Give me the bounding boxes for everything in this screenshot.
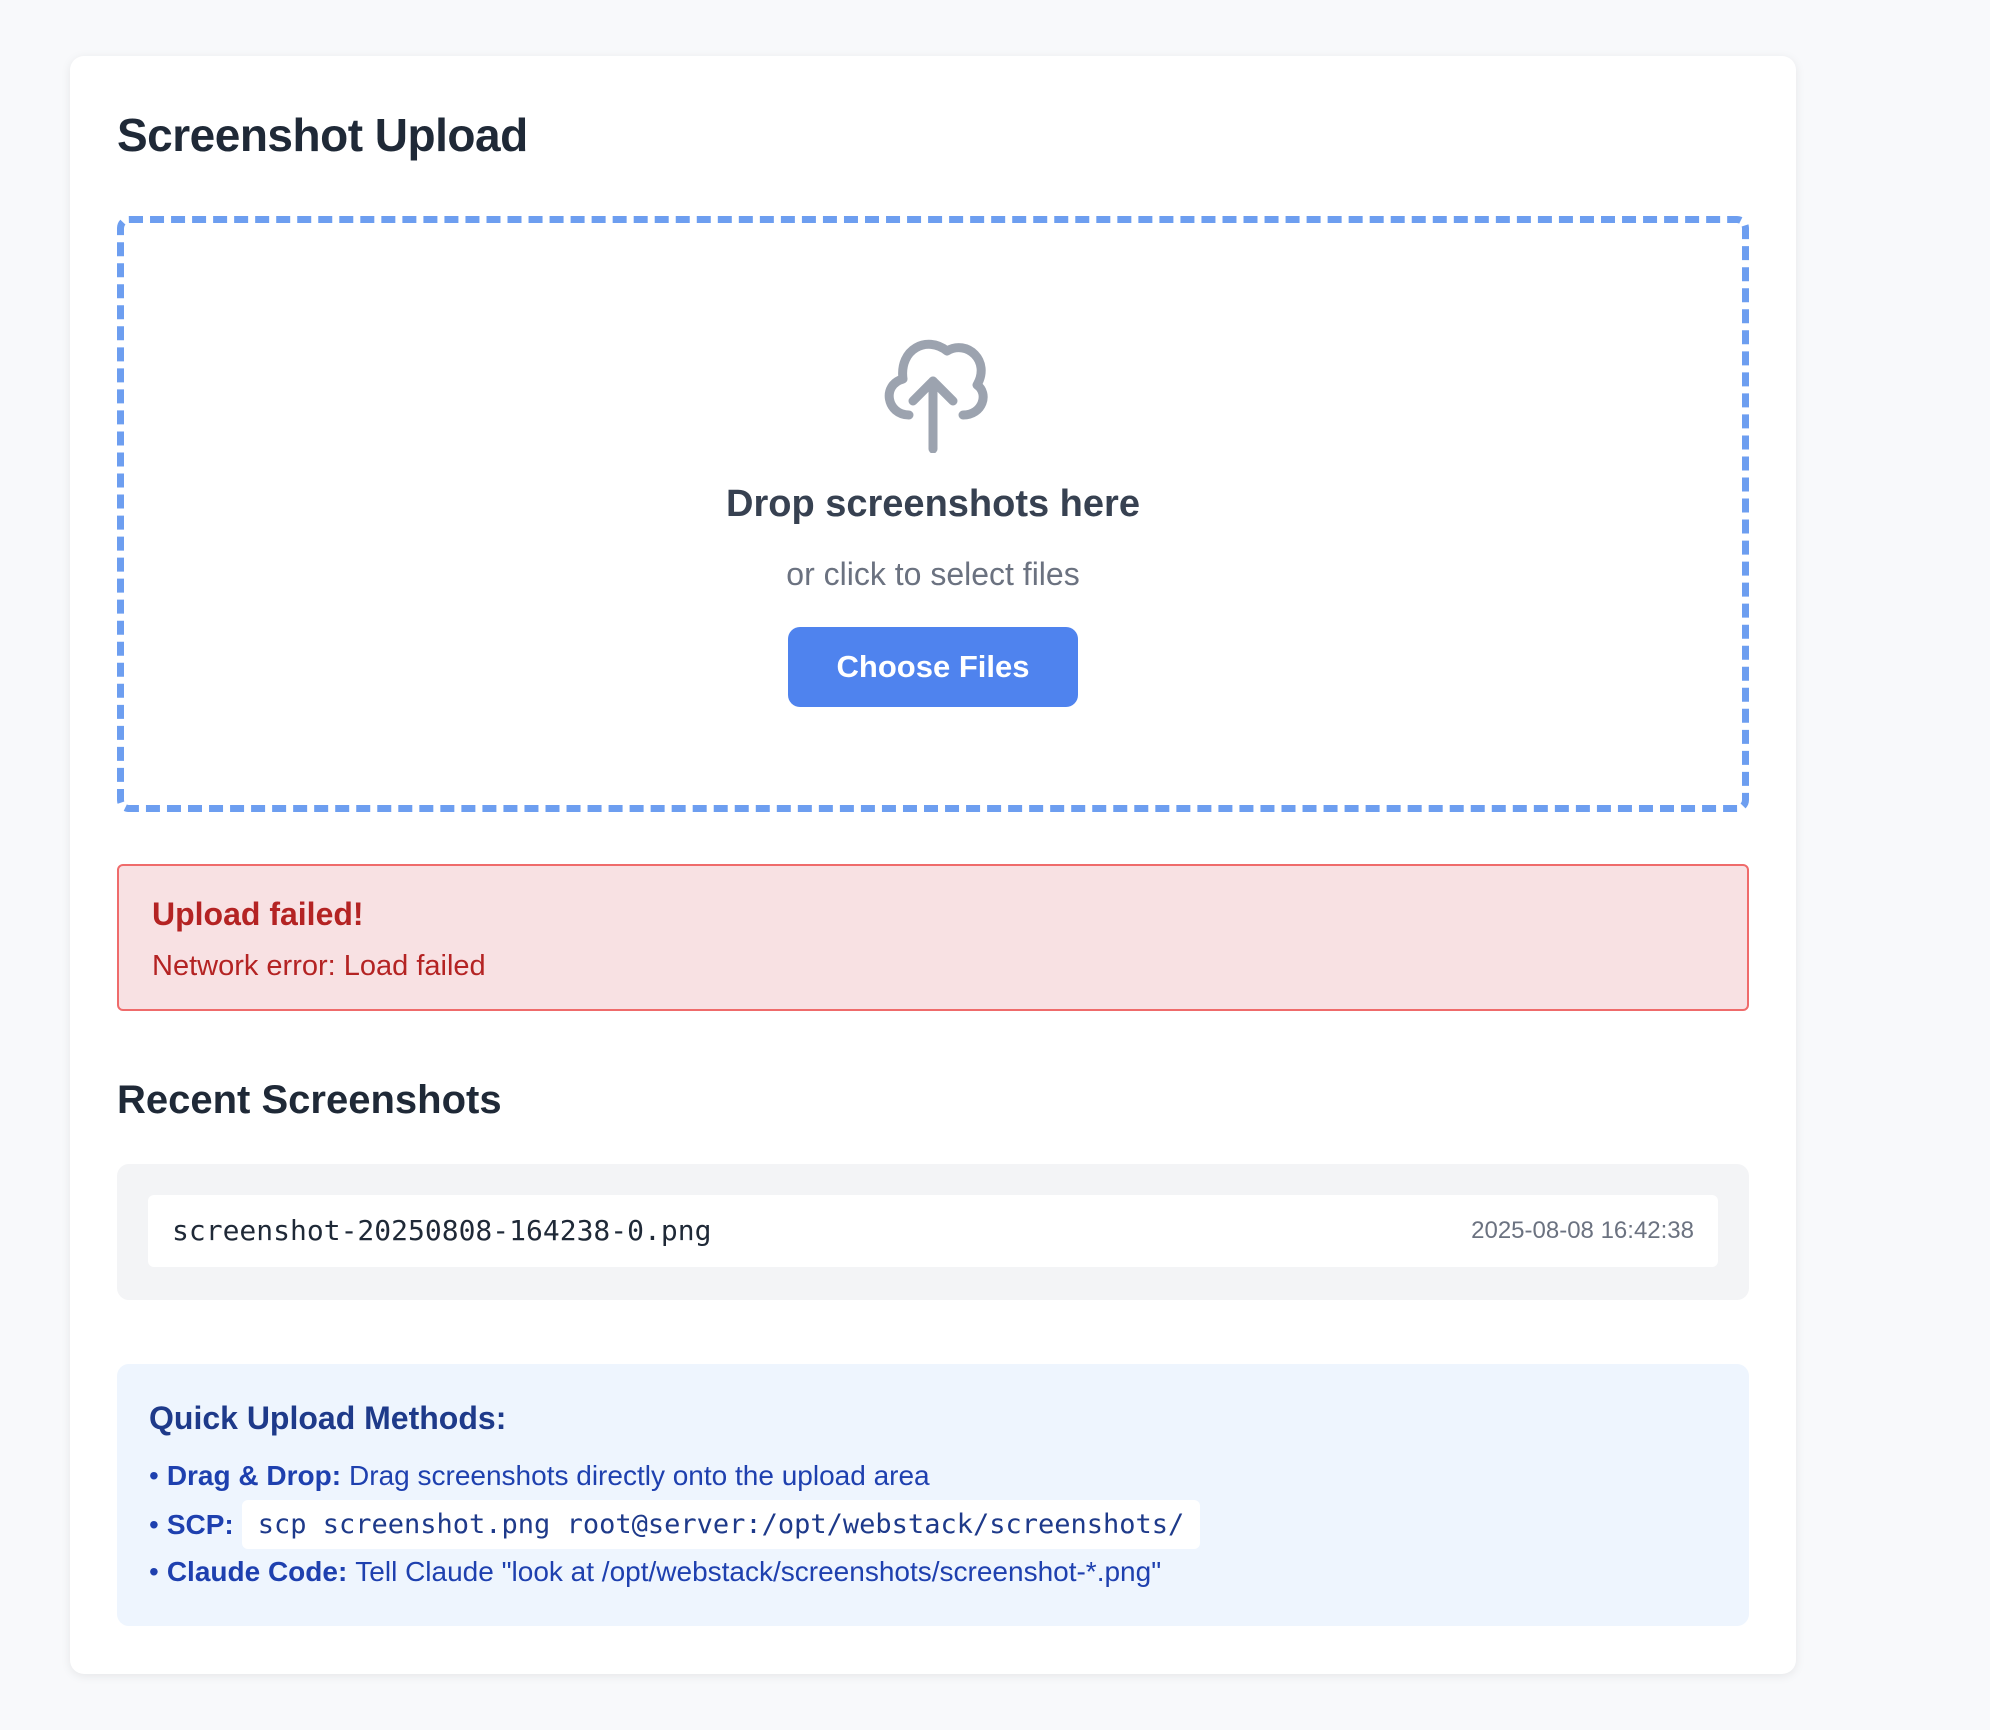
tip-label: SCP: (166, 1508, 234, 1540)
tip-claude-code: • Claude Code: Tell Claude "look at /opt… (149, 1556, 1161, 1588)
drop-zone-subtitle: or click to select files (786, 556, 1080, 592)
recent-screenshots-list: screenshot-20250808-164238-0.png 2025-08… (117, 1164, 1749, 1300)
bullet: • (149, 1556, 159, 1587)
bullet: • (149, 1460, 159, 1491)
tip-text: Tell Claude "look at /opt/webstack/scree… (355, 1556, 1162, 1587)
error-title: Upload failed! (152, 896, 364, 932)
tip-scp: • SCP: scp screenshot.png root@server:/o… (149, 1500, 1201, 1549)
list-item[interactable]: screenshot-20250808-164238-0.png 2025-08… (148, 1195, 1718, 1267)
drop-zone[interactable]: Drop screenshots here or click to select… (117, 216, 1749, 812)
tips-title: Quick Upload Methods: (149, 1400, 507, 1436)
tip-label: Drag & Drop: (166, 1460, 342, 1491)
quick-upload-methods: Quick Upload Methods: • Drag & Drop: Dra… (117, 1364, 1749, 1626)
file-name[interactable]: screenshot-20250808-164238-0.png (172, 1214, 711, 1247)
scp-command-code[interactable]: scp screenshot.png root@server:/opt/webs… (241, 1500, 1201, 1549)
cloud-upload-icon (884, 339, 988, 453)
upload-card: Screenshot Upload Drop screenshots here … (70, 56, 1796, 1674)
file-timestamp: 2025-08-08 16:42:38 (1471, 1217, 1694, 1244)
bullet: • (149, 1508, 159, 1540)
page-title: Screenshot Upload (117, 109, 528, 161)
error-message: Network error: Load failed (152, 950, 486, 982)
recent-screenshots-heading: Recent Screenshots (117, 1078, 502, 1122)
tip-label: Claude Code: (166, 1556, 348, 1587)
error-alert: Upload failed! Network error: Load faile… (117, 864, 1749, 1011)
tip-drag-drop: • Drag & Drop: Drag screenshots directly… (149, 1460, 930, 1492)
choose-files-button[interactable]: Choose Files (788, 627, 1078, 707)
drop-zone-title: Drop screenshots here (726, 483, 1140, 525)
tip-text: Drag screenshots directly onto the uploa… (349, 1460, 930, 1491)
